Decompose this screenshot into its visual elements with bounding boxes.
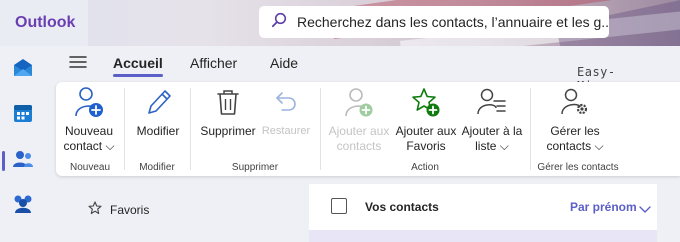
rail-teams[interactable] [0,186,46,226]
top-bar: Outlook Recherchez dans les contacts, l’… [0,0,680,46]
list-item[interactable] [309,230,657,242]
group-new-label: Nouveau [69,162,111,173]
add-to-contacts-label-2: contacts [336,139,382,153]
group-edit-label: Modifier [139,162,175,173]
contact-settings-icon [560,86,590,122]
pencil-icon [143,86,173,122]
tab-help[interactable]: Aide [270,55,298,71]
app-title[interactable]: Outlook [0,0,88,46]
star-icon [88,201,102,218]
teams-icon [12,194,34,219]
rail-mail[interactable] [0,50,46,90]
edit-label: Modifier [136,124,180,138]
group-manage-label: Gérer les contacts [537,162,619,173]
contact-list-icon [477,86,507,122]
ribbon: Nouveau contact ⌵ Nouveau Modifier Modif… [56,82,680,176]
undo-icon [272,85,300,122]
add-to-list-button[interactable]: Ajouter à la liste ⌵ [458,86,526,154]
menu-icon [69,55,87,74]
nav-favorites[interactable]: Favoris [88,201,149,218]
app-rail [0,46,46,242]
add-to-favorites-label-1: Ajouter aux [395,124,457,138]
delete-button[interactable]: Supprimer [197,86,259,139]
group-action-label: Action [411,162,439,173]
contact-list: Vos contacts Par prénom [309,184,657,242]
mail-icon [12,58,34,83]
select-all-checkbox[interactable] [331,198,347,214]
star-add-icon [411,86,441,122]
new-contact-icon [74,86,104,122]
list-title: Vos contacts [365,200,439,214]
group-delete-label: Supprimer [231,162,279,173]
add-to-contacts-label-1: Ajouter aux [328,124,390,138]
calendar-icon [13,103,33,128]
hamburger-menu-button[interactable] [67,55,89,73]
search-box[interactable]: Recherchez dans les contacts, l’annuaire… [259,6,609,38]
manage-contacts-label-1: Gérer les [550,124,600,138]
new-contact-button[interactable]: Nouveau contact ⌵ [60,86,118,154]
people-icon [12,149,34,174]
add-to-list-label-2: liste ⌵ [475,139,509,153]
favorites-label: Favoris [110,202,150,217]
restore-button[interactable]: Restaurer [256,86,316,139]
sort-dropdown[interactable]: Par prénom [570,200,637,214]
edit-button[interactable]: Modifier [130,86,186,139]
delete-label: Supprimer [200,124,256,138]
restore-label: Restaurer [261,125,311,137]
search-icon [271,12,287,33]
new-contact-label-2: contact ⌵ [63,139,115,153]
search-input[interactable]: Recherchez dans les contacts, l’annuaire… [297,14,609,30]
manage-contacts-label-2: contacts ⌵ [546,139,604,153]
trash-icon [214,86,242,122]
rail-calendar[interactable] [0,95,46,135]
new-contact-label-1: Nouveau [64,124,114,138]
add-to-favorites-label-2: Favoris [406,139,446,153]
add-to-list-label-1: Ajouter à la [461,124,523,138]
add-to-favorites-button[interactable]: Ajouter aux Favoris [393,86,459,154]
tab-home[interactable]: Accueil [113,55,163,77]
manage-contacts-button[interactable]: Gérer les contacts ⌵ [540,86,610,154]
rail-people[interactable] [0,141,46,181]
scrollbar[interactable] [664,184,680,242]
chevron-down-icon[interactable] [639,201,651,219]
add-to-contacts-button[interactable]: Ajouter aux contacts [326,86,392,154]
tab-view[interactable]: Afficher [190,55,237,71]
add-contact-icon [344,86,374,122]
